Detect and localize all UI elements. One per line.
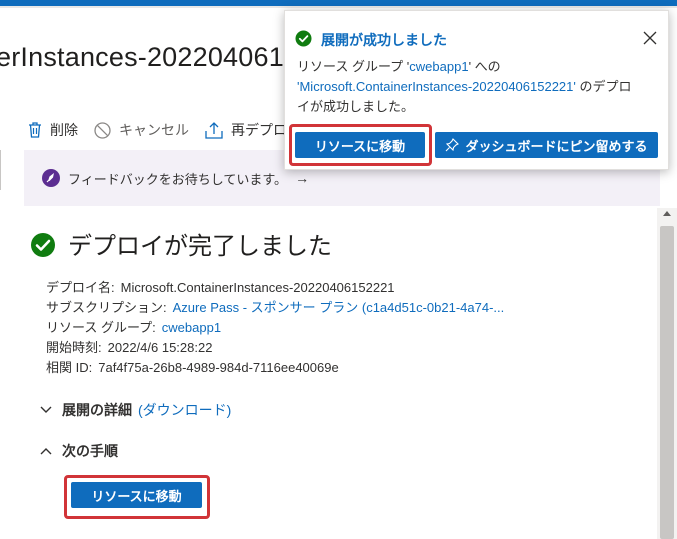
pin-to-dashboard-button[interactable]: ダッシュボードにピン留めする	[435, 132, 658, 158]
notification-popup: 展開が成功しました リソース グループ 'cwebapp1' への 'Micro…	[284, 10, 669, 170]
feedback-arrow: →	[295, 170, 310, 186]
trash-icon	[29, 122, 41, 138]
cancel-icon	[94, 121, 111, 139]
close-icon[interactable]	[643, 31, 657, 50]
feedback-text: フィードバックをお待ちしています。	[68, 171, 288, 187]
detail-deployment-name: デプロイ名: Microsoft.ContainerInstances-20220…	[46, 280, 395, 295]
notification-message: リソース グループ 'cwebapp1' への 'Microsoft.Conta…	[297, 59, 632, 114]
success-check-icon	[295, 30, 312, 52]
goto-resource-button[interactable]: リソースに移動	[71, 482, 202, 508]
next-steps-section[interactable]: 次の手順	[40, 441, 118, 461]
scrollbar-thumb[interactable]	[660, 226, 674, 539]
next-steps-label: 次の手順	[62, 443, 118, 459]
cancel-label: キャンセル	[119, 122, 189, 138]
rocket-icon	[42, 169, 60, 187]
detail-subscription: サブスクリプション: Azure Pass - スポンサー プラン (c1a4d5…	[46, 300, 505, 315]
pin-icon	[446, 138, 460, 152]
redeploy-button[interactable]: 再デプロ	[205, 120, 287, 140]
deployment-details-label: 展開の詳細	[62, 402, 132, 418]
detail-resource-group: リソース グループ: cwebapp1	[46, 320, 222, 335]
detail-start-time: 開始時刻: 2022/4/6 15:28:22	[46, 340, 213, 355]
command-toolbar: 削除 キャンセル 再デプロ	[28, 118, 303, 142]
resource-group-link[interactable]: cwebapp1	[162, 320, 221, 335]
blade-edge	[0, 150, 1, 190]
chevron-up-icon	[40, 447, 62, 455]
notification-goto-resource-button[interactable]: リソースに移動	[295, 132, 425, 158]
title-divider	[0, 6, 677, 8]
deployment-heading: デプロイが完了しました	[68, 233, 332, 260]
delete-button[interactable]: 削除	[28, 120, 78, 140]
subscription-link[interactable]: Azure Pass - スポンサー プラン (c1a4d51c-0b21-4a…	[173, 300, 505, 315]
deployment-details-section[interactable]: 展開の詳細 (ダウンロード)	[40, 400, 231, 420]
scroll-up-arrow[interactable]	[663, 211, 671, 216]
notification-deployment-link[interactable]: 'Microsoft.ContainerInstances-2022040615…	[297, 79, 576, 94]
notification-title: 展開が成功しました	[321, 32, 447, 48]
download-link[interactable]: (ダウンロード)	[138, 400, 231, 420]
detail-correlation-id: 相関 ID: 7af4f75a-26b8-4989-984d-7116ee4006…	[46, 360, 339, 375]
deployment-details: デプロイ名: Microsoft.ContainerInstances-20220…	[46, 278, 504, 378]
success-check-icon	[30, 232, 56, 263]
cancel-button[interactable]: キャンセル	[94, 120, 189, 140]
chevron-down-icon	[40, 406, 62, 414]
upload-icon	[205, 121, 223, 139]
redeploy-label: 再デプロ	[231, 122, 287, 138]
delete-label: 削除	[50, 122, 78, 138]
notification-resource-group-link[interactable]: cwebapp1	[409, 59, 468, 74]
